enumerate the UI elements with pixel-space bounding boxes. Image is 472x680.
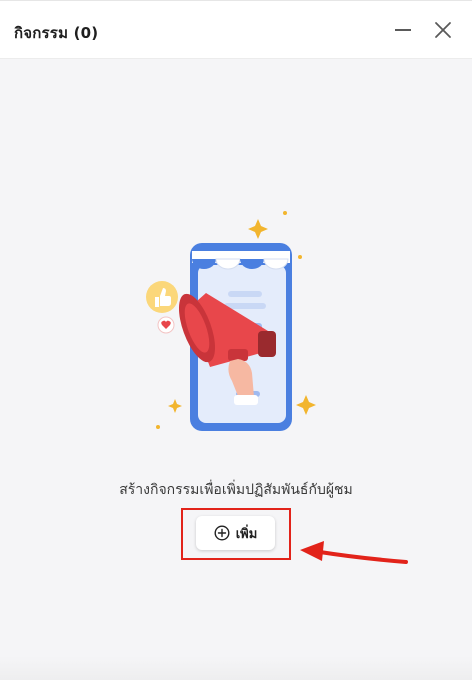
sparkle-icon (168, 399, 182, 413)
sparkle-icon (296, 395, 316, 415)
close-button[interactable] (432, 19, 454, 41)
megaphone-storefront-illustration (146, 211, 316, 431)
annotation-arrow-icon (300, 541, 408, 564)
minimize-icon (395, 29, 411, 31)
sparkle-icon (156, 425, 160, 429)
panel-title: กิจกรรม (0) (14, 24, 99, 42)
empty-state-message: สร้างกิจกรรมเพื่อเพิ่มปฏิสัมพันธ์กับผู้ช… (119, 482, 353, 498)
sparkle-icon (248, 219, 268, 239)
panel-bottom-edge (0, 656, 472, 680)
sparkle-icon (298, 255, 302, 259)
minimize-button[interactable] (392, 19, 414, 41)
panel-header: กิจกรรม (0) (0, 1, 472, 59)
add-activity-button[interactable]: เพิ่ม (196, 516, 275, 550)
activities-panel: กิจกรรม (0) สร้างกิจกรรมเพื่อเพิ่มปฏิสัม… (0, 0, 472, 680)
add-button-label: เพิ่ม (235, 526, 258, 542)
close-icon (435, 22, 451, 38)
plus-circle-icon (214, 525, 230, 541)
sparkle-icon (283, 211, 287, 215)
